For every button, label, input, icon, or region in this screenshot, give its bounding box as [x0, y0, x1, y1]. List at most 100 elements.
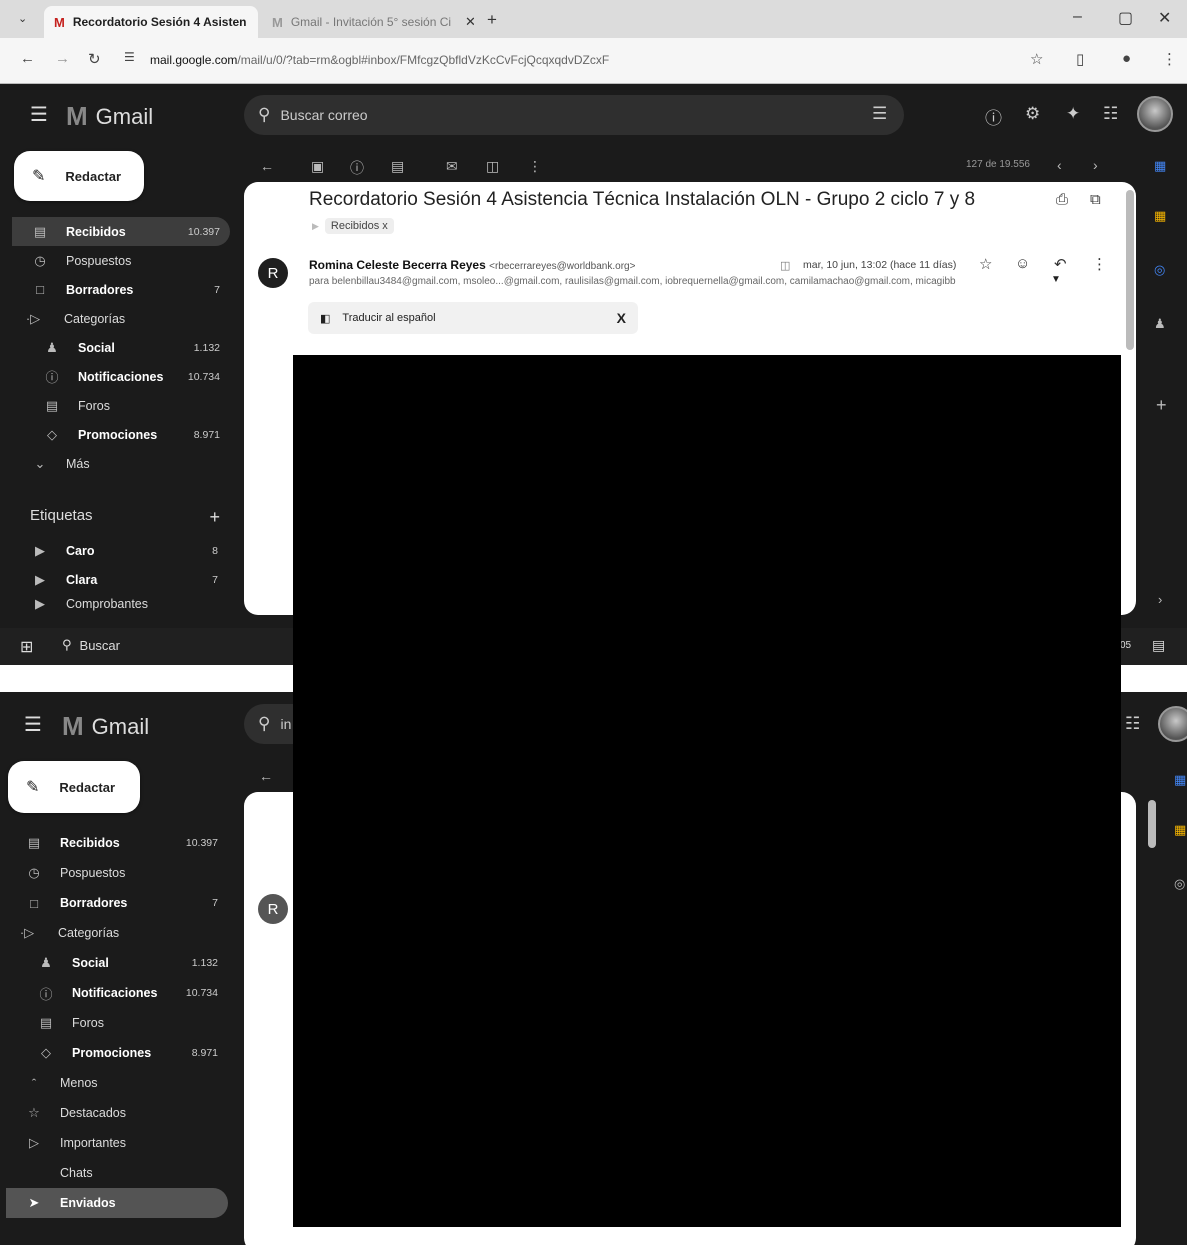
sidebar-item-mas[interactable]: ⌄ Más: [12, 449, 230, 478]
compose-button[interactable]: ✎ Redactar: [14, 151, 144, 201]
sidebar-item-menos[interactable]: ˆ Menos: [6, 1068, 228, 1098]
recipients-line[interactable]: para belenbillau3484@gmail.com, msoleo..…: [309, 276, 1051, 287]
main-menu-icon[interactable]: ☰: [30, 102, 48, 127]
sidebar-item-categorias[interactable]: ·▷ Categorías: [12, 304, 230, 333]
label-chip[interactable]: ▶ Recibidos x: [312, 218, 394, 234]
sidebar-item-pospuestos[interactable]: ◷ Pospuestos: [12, 246, 230, 275]
main-menu-icon[interactable]: ☰: [24, 712, 42, 737]
apps-grid-icon[interactable]: ☷: [1125, 714, 1140, 734]
search-options-icon[interactable]: ☰: [872, 104, 887, 124]
browser-menu-icon[interactable]: ⋮: [1162, 50, 1177, 68]
label-item-comprobantes[interactable]: ▶ Comprobantes: [12, 594, 224, 614]
sidebar-item-borradores[interactable]: □ Borradores 7: [12, 275, 230, 304]
calendar-icon[interactable]: ▦: [1154, 158, 1166, 174]
new-tab-button[interactable]: +: [487, 10, 497, 30]
notification-icon[interactable]: ▤: [1152, 637, 1165, 654]
add-label-button[interactable]: +: [209, 507, 220, 528]
windows-start-icon[interactable]: ⊞: [20, 637, 33, 657]
sender-avatar[interactable]: R: [258, 258, 288, 288]
gemini-sparkle-icon[interactable]: ✦: [1066, 104, 1080, 124]
account-avatar[interactable]: [1137, 96, 1173, 132]
reply-icon[interactable]: ↶: [1054, 255, 1067, 273]
apps-grid-icon[interactable]: ☷: [1103, 104, 1118, 124]
help-icon[interactable]: ⓘ: [985, 104, 1002, 129]
report-spam-icon[interactable]: ⓘ: [350, 158, 364, 178]
sidebar-item-social[interactable]: ♟ Social 1.132: [12, 333, 230, 362]
keep-icon[interactable]: ▦: [1174, 822, 1186, 838]
sidebar-item-promociones[interactable]: ◇ Promociones 8.971: [12, 420, 230, 449]
expand-panel-chevron-icon[interactable]: ›: [1158, 592, 1162, 607]
sidebar-item-foros[interactable]: ▤ Foros: [12, 391, 230, 420]
sidebar-item-notificaciones[interactable]: ⓘ Notificaciones 10.734: [12, 362, 230, 391]
profile-icon[interactable]: ●: [1122, 50, 1131, 67]
add-addon-icon[interactable]: +: [1156, 395, 1167, 416]
sidebar-item-recibidos[interactable]: ▤ Recibidos 10.397: [12, 217, 230, 246]
tasks-icon[interactable]: ◎: [1174, 876, 1185, 892]
translate-button[interactable]: Traducir al español: [342, 312, 435, 324]
sidebar-item-recibidos[interactable]: ▤ Recibidos 10.397: [6, 828, 228, 858]
maximize-icon[interactable]: ▢: [1118, 8, 1133, 28]
close-tab-icon[interactable]: ✕: [465, 14, 474, 30]
sidebar-item-enviados[interactable]: ➤ Enviados: [6, 1188, 228, 1218]
sidebar-item-foros[interactable]: ▤ Foros: [6, 1008, 228, 1038]
sidebar-item-social[interactable]: ♟ Social 1.132: [6, 948, 228, 978]
url-path: /mail/u/0/?tab=rm&ogbl#inbox/FMfcgzQbfld…: [237, 53, 610, 67]
sidebar-item-promociones[interactable]: ◇ Promociones 8.971: [6, 1038, 228, 1068]
sidebar-item-importantes[interactable]: ▷ Importantes: [6, 1128, 228, 1158]
tab-invitacion[interactable]: M Gmail - Invitación 5° sesión Ci ✕: [262, 6, 474, 38]
gmail-logo[interactable]: M Gmail: [62, 711, 149, 742]
mark-unread-icon[interactable]: ✉: [446, 158, 458, 175]
minimize-icon[interactable]: –: [1073, 8, 1082, 26]
bookmark-star-icon[interactable]: ☆: [1030, 50, 1043, 68]
emoji-react-icon[interactable]: ☺: [1015, 255, 1030, 272]
archive-icon[interactable]: ▣: [311, 158, 324, 175]
contacts-icon[interactable]: ♟: [1154, 316, 1166, 332]
url-field[interactable]: mail.google.com/mail/u/0/?tab=rm&ogbl#in…: [150, 53, 609, 67]
translate-close-button[interactable]: X: [617, 310, 626, 326]
sidebar-item-borradores[interactable]: □ Borradores 7: [6, 888, 228, 918]
move-to-icon[interactable]: ◫: [486, 158, 499, 175]
extensions-icon[interactable]: ▯: [1076, 50, 1084, 68]
sidebar-item-destacados[interactable]: ☆ Destacados: [6, 1098, 228, 1128]
sender-avatar[interactable]: R: [258, 894, 288, 924]
search-icon[interactable]: ⚲: [258, 105, 270, 125]
calendar-icon[interactable]: ▦: [1174, 772, 1186, 788]
more-actions-icon[interactable]: ⋮: [528, 158, 542, 175]
sidebar-item-chats[interactable]: Chats: [6, 1158, 228, 1188]
remove-label-icon[interactable]: x: [382, 220, 388, 232]
search-icon[interactable]: ⚲: [258, 714, 270, 734]
sidebar-item-pospuestos[interactable]: ◷ Pospuestos: [6, 858, 228, 888]
tab-recordatorio[interactable]: M Recordatorio Sesión 4 Asisten ✕: [44, 6, 258, 38]
more-options-icon[interactable]: ⋮: [1092, 255, 1107, 273]
forward-icon[interactable]: →: [55, 50, 70, 67]
account-avatar[interactable]: [1158, 706, 1187, 742]
scrollbar-thumb[interactable]: [1126, 190, 1134, 350]
label-item-clara[interactable]: ▶ Clara 7: [12, 565, 224, 594]
older-chevron-icon[interactable]: ›: [1093, 157, 1098, 173]
show-details-chevron-icon[interactable]: ▼: [1051, 274, 1061, 285]
sender-line[interactable]: Romina Celeste Becerra Reyes <rbecerrare…: [309, 258, 635, 272]
tasks-icon[interactable]: ◎: [1154, 262, 1165, 278]
open-new-window-icon[interactable]: ⧉: [1090, 191, 1101, 208]
compose-button[interactable]: ✎ Redactar: [8, 761, 140, 813]
delete-icon[interactable]: ▤: [391, 158, 404, 175]
newer-chevron-icon[interactable]: ‹: [1057, 157, 1062, 173]
gmail-logo[interactable]: M Gmail: [66, 101, 153, 132]
print-icon[interactable]: ⎙: [1056, 191, 1068, 208]
scrollbar-thumb[interactable]: [1148, 800, 1156, 848]
keep-icon[interactable]: ▦: [1154, 208, 1166, 224]
tab-list-chevron-icon[interactable]: ⌄: [18, 12, 27, 25]
sidebar-item-categorias[interactable]: ·▷ Categorías: [6, 918, 228, 948]
label-item-caro[interactable]: ▶ Caro 8: [12, 536, 224, 565]
reload-icon[interactable]: ↻: [88, 50, 101, 68]
back-to-inbox-icon[interactable]: ←: [260, 158, 274, 174]
back-icon[interactable]: ←: [20, 50, 35, 67]
site-info-icon[interactable]: ☰: [124, 50, 135, 64]
back-to-inbox-icon[interactable]: ←: [259, 768, 273, 784]
sidebar-item-notificaciones[interactable]: ⓘ Notificaciones 10.734: [6, 978, 228, 1008]
search-input[interactable]: ⚲ Buscar correo: [244, 95, 904, 135]
star-icon[interactable]: ☆: [979, 255, 992, 273]
close-window-icon[interactable]: ✕: [1158, 8, 1171, 28]
settings-gear-icon[interactable]: ⚙: [1025, 104, 1040, 124]
taskbar-search[interactable]: ⚲ Buscar: [62, 637, 120, 653]
